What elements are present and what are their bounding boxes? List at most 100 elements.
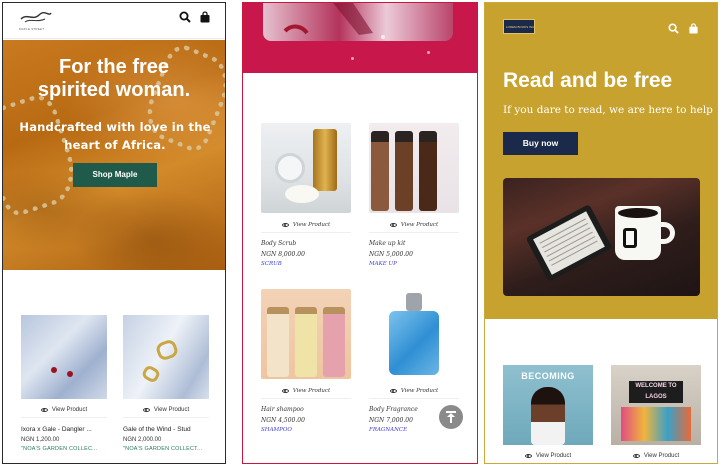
book-cover-title: WELCOME TO LAGOS xyxy=(629,381,683,403)
hero-title-line: For the free xyxy=(58,56,170,78)
view-product-button[interactable]: View Product xyxy=(21,402,107,418)
hero-banner-image xyxy=(263,3,453,41)
tube-shape xyxy=(313,129,337,191)
shop-maple-button[interactable]: Shop Maple xyxy=(73,163,157,187)
hero-title: Read and be free xyxy=(503,69,673,92)
cover-art-shape xyxy=(621,407,691,441)
eye-icon xyxy=(281,222,289,227)
hero-subtitle: Handcrafted with love in the heart of Af… xyxy=(19,120,211,152)
eye-icon xyxy=(389,388,397,393)
product-price: NGN 8,000.00 xyxy=(261,251,305,258)
ring-shape xyxy=(154,338,180,362)
view-product-button[interactable]: View Product xyxy=(369,217,459,233)
brand-logo[interactable]: LOREM BOOKS INC xyxy=(503,19,535,34)
bottle-shape xyxy=(419,131,437,211)
jar-shape xyxy=(285,185,319,203)
scroll-to-top-button[interactable] xyxy=(439,405,463,429)
view-product-label: View Product xyxy=(292,221,331,228)
perfume-bottle-shape xyxy=(389,311,439,375)
view-product-button[interactable]: View Product xyxy=(123,402,209,418)
product-image[interactable] xyxy=(261,123,351,213)
product-category[interactable]: MAKE UP xyxy=(369,261,459,267)
eye-icon xyxy=(281,388,289,393)
product-image[interactable] xyxy=(123,315,209,399)
view-product-button[interactable]: View Product xyxy=(261,217,351,233)
lipstick-illustration xyxy=(283,3,385,39)
product-price: NGN 5,000.00 xyxy=(369,251,413,258)
product-name[interactable]: Gale of the Wind - Stud xyxy=(123,426,209,433)
brand-logo-text: LOREM BOOKS INC xyxy=(506,25,535,29)
product-category[interactable]: SCRUB xyxy=(261,261,351,267)
carousel-dot[interactable] xyxy=(351,57,354,60)
product-card[interactable]: View Product Ixora x Gale - Dangler ... … xyxy=(21,315,107,452)
bottle-shape xyxy=(323,307,345,377)
screenshot-stage: MAPLE STREET For the free spirited woman… xyxy=(0,0,720,466)
view-product-button[interactable]: View Product xyxy=(503,448,593,463)
eye-icon xyxy=(524,453,532,458)
product-card[interactable]: View Product Gale of the Wind - Stud NGN… xyxy=(123,315,209,452)
beauty-store-phone: View Product Body Scrub NGN 8,000.00 SCR… xyxy=(242,2,478,464)
mirror-shape xyxy=(275,153,305,183)
view-product-label: View Product xyxy=(51,406,88,413)
view-product-label: View Product xyxy=(643,452,680,459)
bottle-shape xyxy=(267,307,289,377)
eye-icon xyxy=(142,407,150,412)
hexagon-earring-decoration xyxy=(3,90,85,220)
product-name[interactable]: Make up kit xyxy=(369,240,459,247)
bookstore-phone: LOREM BOOKS INC Read and be free If you … xyxy=(484,2,718,464)
product-price: NGN 2,000.00 xyxy=(123,437,162,443)
bottle-shape xyxy=(395,131,413,211)
product-image[interactable] xyxy=(369,123,459,213)
product-image[interactable]: BECOMING xyxy=(503,365,593,445)
view-product-button[interactable]: View Product xyxy=(261,383,351,399)
product-name[interactable]: Ixora x Gale - Dangler ... xyxy=(21,426,107,433)
view-product-label: View Product xyxy=(153,406,190,413)
product-category[interactable]: "NOA'S GARDEN COLLECT... xyxy=(123,446,209,452)
shopping-bag-icon[interactable] xyxy=(688,23,699,34)
view-product-label: View Product xyxy=(535,452,572,459)
product-image[interactable]: WELCOME TO LAGOS xyxy=(611,365,701,445)
hero-image xyxy=(503,178,700,296)
product-card[interactable]: View Product Body Scrub NGN 8,000.00 SCR… xyxy=(261,123,351,267)
product-card[interactable]: WELCOME TO LAGOS View Product xyxy=(611,365,701,463)
product-price: NGN 4,500.00 xyxy=(261,417,305,424)
product-price: NGN 1,200.00 xyxy=(21,437,60,443)
view-product-label: View Product xyxy=(292,387,331,394)
product-name[interactable]: Body Scrub xyxy=(261,240,351,247)
product-category[interactable]: SHAMPOO xyxy=(261,427,351,433)
maple-store-phone: MAPLE STREET For the free spirited woman… xyxy=(2,2,226,464)
earring-shape xyxy=(67,371,73,377)
book-cover-title: BECOMING xyxy=(521,371,575,381)
top-nav-bar: MAPLE STREET xyxy=(3,3,225,39)
product-image[interactable] xyxy=(369,289,459,379)
product-image[interactable] xyxy=(21,315,107,399)
product-image[interactable] xyxy=(261,289,351,379)
view-product-button[interactable]: View Product xyxy=(611,448,701,463)
bottle-shape xyxy=(371,131,389,211)
hero-banner xyxy=(243,3,477,73)
search-icon[interactable] xyxy=(179,11,191,23)
header-actions xyxy=(668,23,699,34)
search-icon[interactable] xyxy=(668,23,679,34)
product-name[interactable]: Hair shampoo xyxy=(261,406,351,413)
eye-icon xyxy=(632,453,640,458)
view-product-button[interactable]: View Product xyxy=(369,383,459,399)
carousel-dot[interactable] xyxy=(427,51,430,54)
product-card[interactable]: View Product Make up kit NGN 5,000.00 MA… xyxy=(369,123,459,267)
product-category[interactable]: "NOA'S GARDEN COLLEC... xyxy=(21,446,107,452)
bottle-shape xyxy=(295,307,317,377)
perfume-cap-shape xyxy=(406,293,422,311)
hero-title-line: spirited woman. xyxy=(37,79,191,101)
buy-now-button[interactable]: Buy now xyxy=(503,132,578,155)
header-actions xyxy=(179,11,211,23)
product-card[interactable]: View Product Hair shampoo NGN 4,500.00 S… xyxy=(261,289,351,433)
product-card[interactable]: BECOMING View Product xyxy=(503,365,593,463)
eye-icon xyxy=(40,407,48,412)
hero-banner: LOREM BOOKS INC Read and be free If you … xyxy=(485,3,717,319)
view-product-label: View Product xyxy=(400,387,439,394)
shopping-bag-icon[interactable] xyxy=(199,11,211,23)
eye-icon xyxy=(389,222,397,227)
hero-banner: For the free spirited woman. Handcrafted… xyxy=(3,40,225,270)
brand-logo[interactable] xyxy=(19,9,53,27)
brand-logo-text: MAPLE STREET xyxy=(19,27,45,31)
